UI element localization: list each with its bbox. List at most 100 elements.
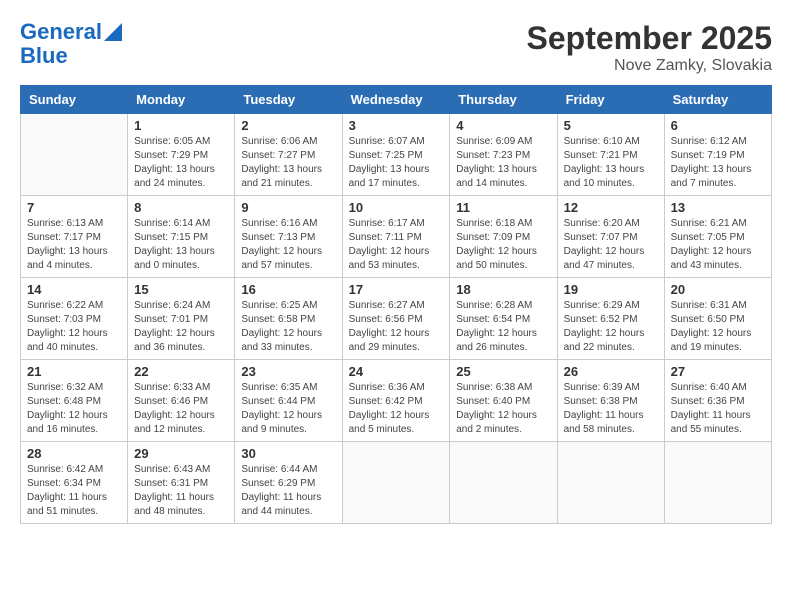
day-info: Sunrise: 6:36 AM Sunset: 6:42 PM Dayligh… bbox=[349, 381, 444, 437]
day-info: Sunrise: 6:25 AM Sunset: 6:58 PM Dayligh… bbox=[241, 299, 335, 355]
calendar-cell: 15 Sunrise: 6:24 AM Sunset: 7:01 PM Dayli… bbox=[128, 278, 235, 360]
calendar-cell: 8Sunrise: 6:14 AM Sunset: 7:15 PM Daylig… bbox=[128, 196, 235, 278]
calendar-cell: 22 Sunrise: 6:33 AM Sunset: 6:46 PM Dayli… bbox=[128, 360, 235, 442]
calendar-cell: 16 Sunrise: 6:25 AM Sunset: 6:58 PM Dayli… bbox=[235, 278, 342, 360]
calendar-week-row: 21 Sunrise: 6:32 AM Sunset: 6:48 PM Dayli… bbox=[21, 360, 772, 442]
day-number: 16 bbox=[241, 282, 335, 297]
day-number: 2 bbox=[241, 118, 335, 133]
day-number: 25 bbox=[456, 364, 550, 379]
calendar-header-friday: Friday bbox=[557, 86, 664, 114]
calendar-cell: 9 Sunrise: 6:16 AM Sunset: 7:13 PM Daylig… bbox=[235, 196, 342, 278]
calendar-cell: 3Sunrise: 6:07 AM Sunset: 7:25 PM Daylig… bbox=[342, 114, 450, 196]
day-number: 24 bbox=[349, 364, 444, 379]
title-block: September 2025 Nove Zamky, Slovakia bbox=[527, 20, 772, 75]
day-number: 14 bbox=[27, 282, 121, 297]
day-info: Sunrise: 6:35 AM Sunset: 6:44 PM Dayligh… bbox=[241, 381, 335, 437]
page-header: General Blue September 2025 Nove Zamky, … bbox=[20, 20, 772, 75]
day-info: Sunrise: 6:29 AM Sunset: 6:52 PM Dayligh… bbox=[564, 299, 658, 355]
calendar-cell bbox=[450, 442, 557, 524]
day-info: Sunrise: 6:17 AM Sunset: 7:11 PM Dayligh… bbox=[349, 217, 444, 273]
day-number: 30 bbox=[241, 446, 335, 461]
day-info: Sunrise: 6:14 AM Sunset: 7:15 PM Dayligh… bbox=[134, 217, 228, 273]
calendar-header-wednesday: Wednesday bbox=[342, 86, 450, 114]
calendar-cell: 2 Sunrise: 6:06 AM Sunset: 7:27 PM Daylig… bbox=[235, 114, 342, 196]
calendar-cell: 21 Sunrise: 6:32 AM Sunset: 6:48 PM Dayli… bbox=[21, 360, 128, 442]
calendar-header-sunday: Sunday bbox=[21, 86, 128, 114]
day-info: Sunrise: 6:42 AM Sunset: 6:34 PM Dayligh… bbox=[27, 463, 121, 519]
calendar-cell: 13 Sunrise: 6:21 AM Sunset: 7:05 PM Dayli… bbox=[664, 196, 771, 278]
calendar-week-row: 1Sunrise: 6:05 AM Sunset: 7:29 PM Daylig… bbox=[21, 114, 772, 196]
calendar-header-thursday: Thursday bbox=[450, 86, 557, 114]
day-number: 22 bbox=[134, 364, 228, 379]
day-info: Sunrise: 6:12 AM Sunset: 7:19 PM Dayligh… bbox=[671, 135, 765, 191]
calendar-cell: 19 Sunrise: 6:29 AM Sunset: 6:52 PM Dayli… bbox=[557, 278, 664, 360]
calendar-cell: 24 Sunrise: 6:36 AM Sunset: 6:42 PM Dayli… bbox=[342, 360, 450, 442]
calendar-cell: 1Sunrise: 6:05 AM Sunset: 7:29 PM Daylig… bbox=[128, 114, 235, 196]
day-number: 7 bbox=[27, 200, 121, 215]
day-number: 28 bbox=[27, 446, 121, 461]
day-number: 15 bbox=[134, 282, 228, 297]
day-number: 10 bbox=[349, 200, 444, 215]
calendar-cell bbox=[557, 442, 664, 524]
calendar-week-row: 7 Sunrise: 6:13 AM Sunset: 7:17 PM Daylig… bbox=[21, 196, 772, 278]
calendar-cell: 7 Sunrise: 6:13 AM Sunset: 7:17 PM Daylig… bbox=[21, 196, 128, 278]
day-number: 13 bbox=[671, 200, 765, 215]
location-subtitle: Nove Zamky, Slovakia bbox=[527, 57, 772, 75]
calendar-cell: 18 Sunrise: 6:28 AM Sunset: 6:54 PM Dayli… bbox=[450, 278, 557, 360]
day-number: 29 bbox=[134, 446, 228, 461]
day-info: Sunrise: 6:18 AM Sunset: 7:09 PM Dayligh… bbox=[456, 217, 550, 273]
day-number: 6 bbox=[671, 118, 765, 133]
day-number: 4 bbox=[456, 118, 550, 133]
day-info: Sunrise: 6:21 AM Sunset: 7:05 PM Dayligh… bbox=[671, 217, 765, 273]
day-number: 19 bbox=[564, 282, 658, 297]
day-info: Sunrise: 6:43 AM Sunset: 6:31 PM Dayligh… bbox=[134, 463, 228, 519]
logo: General Blue bbox=[20, 20, 122, 68]
day-number: 27 bbox=[671, 364, 765, 379]
calendar-cell: 14 Sunrise: 6:22 AM Sunset: 7:03 PM Dayli… bbox=[21, 278, 128, 360]
day-number: 20 bbox=[671, 282, 765, 297]
calendar-table: SundayMondayTuesdayWednesdayThursdayFrid… bbox=[20, 85, 772, 524]
day-number: 23 bbox=[241, 364, 335, 379]
day-info: Sunrise: 6:44 AM Sunset: 6:29 PM Dayligh… bbox=[241, 463, 335, 519]
day-info: Sunrise: 6:05 AM Sunset: 7:29 PM Dayligh… bbox=[134, 135, 228, 191]
day-info: Sunrise: 6:33 AM Sunset: 6:46 PM Dayligh… bbox=[134, 381, 228, 437]
month-title: September 2025 bbox=[527, 20, 772, 57]
calendar-cell: 5 Sunrise: 6:10 AM Sunset: 7:21 PM Daylig… bbox=[557, 114, 664, 196]
day-info: Sunrise: 6:24 AM Sunset: 7:01 PM Dayligh… bbox=[134, 299, 228, 355]
calendar-week-row: 14 Sunrise: 6:22 AM Sunset: 7:03 PM Dayli… bbox=[21, 278, 772, 360]
calendar-cell: 26Sunrise: 6:39 AM Sunset: 6:38 PM Dayli… bbox=[557, 360, 664, 442]
day-info: Sunrise: 6:32 AM Sunset: 6:48 PM Dayligh… bbox=[27, 381, 121, 437]
day-info: Sunrise: 6:13 AM Sunset: 7:17 PM Dayligh… bbox=[27, 217, 121, 273]
calendar-header-tuesday: Tuesday bbox=[235, 86, 342, 114]
calendar-cell: 27 Sunrise: 6:40 AM Sunset: 6:36 PM Dayli… bbox=[664, 360, 771, 442]
day-info: Sunrise: 6:38 AM Sunset: 6:40 PM Dayligh… bbox=[456, 381, 550, 437]
calendar-cell: 12Sunrise: 6:20 AM Sunset: 7:07 PM Dayli… bbox=[557, 196, 664, 278]
calendar-cell: 4 Sunrise: 6:09 AM Sunset: 7:23 PM Daylig… bbox=[450, 114, 557, 196]
day-info: Sunrise: 6:09 AM Sunset: 7:23 PM Dayligh… bbox=[456, 135, 550, 191]
day-info: Sunrise: 6:20 AM Sunset: 7:07 PM Dayligh… bbox=[564, 217, 658, 273]
calendar-cell bbox=[342, 442, 450, 524]
calendar-cell: 10 Sunrise: 6:17 AM Sunset: 7:11 PM Dayli… bbox=[342, 196, 450, 278]
day-number: 5 bbox=[564, 118, 658, 133]
day-info: Sunrise: 6:10 AM Sunset: 7:21 PM Dayligh… bbox=[564, 135, 658, 191]
calendar-cell: 11Sunrise: 6:18 AM Sunset: 7:09 PM Dayli… bbox=[450, 196, 557, 278]
day-info: Sunrise: 6:06 AM Sunset: 7:27 PM Dayligh… bbox=[241, 135, 335, 191]
logo-text-line2: Blue bbox=[20, 44, 68, 68]
calendar-cell bbox=[21, 114, 128, 196]
day-number: 26 bbox=[564, 364, 658, 379]
calendar-cell: 28 Sunrise: 6:42 AM Sunset: 6:34 PM Dayli… bbox=[21, 442, 128, 524]
day-info: Sunrise: 6:22 AM Sunset: 7:03 PM Dayligh… bbox=[27, 299, 121, 355]
day-number: 3 bbox=[349, 118, 444, 133]
day-number: 21 bbox=[27, 364, 121, 379]
calendar-cell: 30 Sunrise: 6:44 AM Sunset: 6:29 PM Dayli… bbox=[235, 442, 342, 524]
calendar-header-saturday: Saturday bbox=[664, 86, 771, 114]
day-info: Sunrise: 6:40 AM Sunset: 6:36 PM Dayligh… bbox=[671, 381, 765, 437]
calendar-cell: 17Sunrise: 6:27 AM Sunset: 6:56 PM Dayli… bbox=[342, 278, 450, 360]
calendar-cell: 6 Sunrise: 6:12 AM Sunset: 7:19 PM Daylig… bbox=[664, 114, 771, 196]
day-info: Sunrise: 6:16 AM Sunset: 7:13 PM Dayligh… bbox=[241, 217, 335, 273]
day-number: 9 bbox=[241, 200, 335, 215]
day-info: Sunrise: 6:28 AM Sunset: 6:54 PM Dayligh… bbox=[456, 299, 550, 355]
logo-icon bbox=[104, 19, 122, 41]
calendar-cell bbox=[664, 442, 771, 524]
day-number: 18 bbox=[456, 282, 550, 297]
